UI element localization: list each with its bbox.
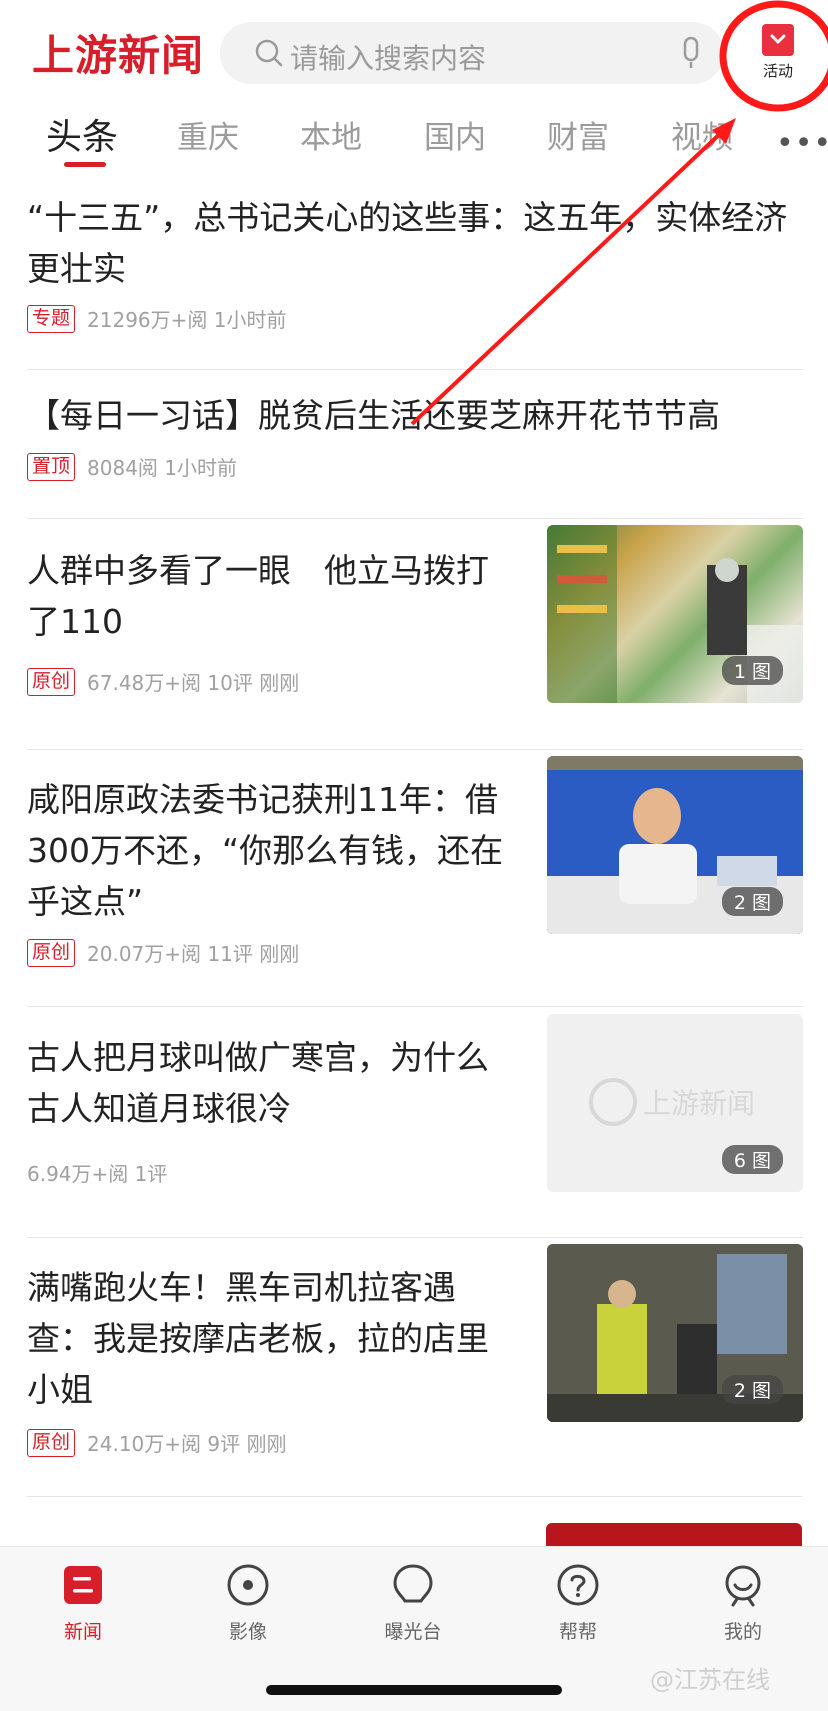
news-title: 【每日一习话】脱贫后生活还要芝麻开花节节高 bbox=[27, 396, 720, 435]
divider bbox=[27, 1496, 803, 1497]
activity-label: 活动 bbox=[762, 62, 793, 80]
search-input[interactable]: 请输入搜索内容 bbox=[220, 22, 724, 84]
news-item[interactable]: 满嘴跑火车！黑车司机拉客遇查：我是按摩店老板，拉的店里小姐 原创 24.10万+… bbox=[27, 1244, 803, 1462]
tabbar-item-video[interactable]: 影像 bbox=[198, 1563, 298, 1644]
news-meta-row: 原创 20.07万+阅 11评 刚刚 bbox=[27, 938, 299, 967]
divider bbox=[27, 749, 803, 750]
tabbar-item-profile[interactable]: 我的 bbox=[693, 1563, 793, 1644]
activity-button[interactable]: 活动 bbox=[740, 24, 816, 88]
tab-video[interactable]: 视频 bbox=[671, 112, 733, 157]
news-meta-row: 置顶 8084阅 1小时前 bbox=[27, 452, 237, 481]
more-tabs-icon[interactable]: ••• bbox=[776, 126, 828, 161]
category-tabs: 头条 重庆 本地 国内 财富 视频 ••• bbox=[0, 100, 828, 172]
tab-local[interactable]: 本地 bbox=[300, 112, 362, 157]
tabbar-item-exposure[interactable]: 曝光台 bbox=[363, 1563, 463, 1644]
image-count-badge: 1 图 bbox=[721, 656, 783, 685]
news-meta: 8084阅 1小时前 bbox=[87, 456, 237, 480]
search-icon bbox=[255, 39, 283, 67]
news-tag: 原创 bbox=[27, 667, 76, 696]
news-meta-row: 原创 24.10万+阅 9评 刚刚 bbox=[27, 1428, 286, 1457]
tabbar-label: 影像 bbox=[228, 1621, 267, 1643]
tab-headline[interactable]: 头条 bbox=[46, 108, 118, 160]
divider bbox=[27, 518, 803, 519]
divider bbox=[27, 1237, 803, 1238]
news-meta: 6.94万+阅 1评 bbox=[27, 1162, 168, 1186]
divider bbox=[27, 1006, 803, 1007]
news-item[interactable]: 古人把月球叫做广寒宫，为什么古人知道月球很冷 6.94万+阅 1评 上游新闻 6… bbox=[27, 1014, 803, 1222]
news-tag: 原创 bbox=[27, 1428, 76, 1457]
news-meta: 20.07万+阅 11评 刚刚 bbox=[87, 942, 300, 966]
activity-icon bbox=[762, 24, 794, 56]
news-tag: 置顶 bbox=[27, 452, 76, 481]
news-thumbnail: 2 图 bbox=[547, 1244, 803, 1422]
image-count-badge: 6 图 bbox=[721, 1145, 783, 1174]
placeholder-logo-text: 上游新闻 bbox=[643, 1087, 756, 1120]
home-indicator bbox=[266, 1685, 562, 1695]
news-item[interactable]: “十三五”，总书记关心的这些事：这五年，实体经济更壮实 专题 21296万+阅 … bbox=[27, 192, 803, 342]
help-icon bbox=[557, 1564, 599, 1606]
image-count-badge: 2 图 bbox=[721, 1375, 783, 1404]
news-title: 古人把月球叫做广寒宫，为什么古人知道月球很冷 bbox=[27, 1038, 489, 1128]
active-tab-indicator bbox=[64, 162, 106, 167]
divider bbox=[27, 369, 803, 370]
app-header: 上游新闻 请输入搜索内容 活动 bbox=[0, 0, 828, 100]
news-meta: 67.48万+阅 10评 刚刚 bbox=[87, 671, 300, 695]
tabbar-label: 新闻 bbox=[63, 1621, 102, 1643]
news-icon bbox=[64, 1566, 102, 1604]
tabbar-item-news[interactable]: 新闻 bbox=[33, 1563, 133, 1644]
search-placeholder: 请输入搜索内容 bbox=[290, 42, 487, 75]
news-meta: 21296万+阅 1小时前 bbox=[87, 308, 287, 332]
tabbar-label: 我的 bbox=[723, 1621, 762, 1643]
news-item[interactable]: 【每日一习话】脱贫后生活还要芝麻开花节节高 置顶 8084阅 1小时前 bbox=[27, 390, 803, 500]
news-thumbnail: 1 图 bbox=[547, 525, 803, 703]
news-item[interactable]: 咸阳原政法委书记获刑11年：借300万不还，“你那么有钱，还在乎这点” 原创 2… bbox=[27, 756, 803, 974]
tab-domestic[interactable]: 国内 bbox=[424, 112, 486, 157]
tabbar-item-help[interactable]: 帮帮 bbox=[528, 1563, 628, 1644]
news-title: 人群中多看了一眼 他立马拨打了110 bbox=[27, 551, 489, 641]
video-icon bbox=[227, 1564, 269, 1606]
news-tag: 专题 bbox=[27, 304, 76, 333]
news-title: 咸阳原政法委书记获刑11年：借300万不还，“你那么有钱，还在乎这点” bbox=[27, 780, 504, 921]
image-count-badge: 2 图 bbox=[721, 887, 783, 916]
exposure-icon bbox=[393, 1564, 433, 1603]
news-thumbnail: 2 图 bbox=[547, 756, 803, 934]
news-tag: 原创 bbox=[27, 938, 76, 967]
tabbar-label: 曝光台 bbox=[384, 1621, 442, 1643]
news-item[interactable]: 人群中多看了一眼 他立马拨打了110 原创 67.48万+阅 10评 刚刚 1 … bbox=[27, 525, 803, 725]
profile-icon bbox=[725, 1565, 761, 1607]
app-logo: 上游新闻 bbox=[32, 31, 205, 80]
news-thumbnail: 上游新闻 6 图 bbox=[547, 1014, 803, 1192]
tab-wealth[interactable]: 财富 bbox=[547, 112, 609, 157]
news-title: 满嘴跑火车！黑车司机拉客遇查：我是按摩店老板，拉的店里小姐 bbox=[27, 1268, 489, 1409]
news-meta-row: 原创 67.48万+阅 10评 刚刚 bbox=[27, 667, 299, 696]
microphone-icon[interactable] bbox=[680, 36, 702, 70]
news-meta: 24.10万+阅 9评 刚刚 bbox=[87, 1432, 287, 1456]
news-meta-row: 专题 21296万+阅 1小时前 bbox=[27, 304, 286, 333]
watermark: @江苏在线 bbox=[650, 1666, 770, 1694]
news-meta-row: 6.94万+阅 1评 bbox=[27, 1158, 167, 1187]
tabbar-label: 帮帮 bbox=[558, 1621, 597, 1643]
tab-chongqing[interactable]: 重庆 bbox=[177, 112, 239, 157]
news-title: “十三五”，总书记关心的这些事：这五年，实体经济更壮实 bbox=[27, 198, 788, 288]
